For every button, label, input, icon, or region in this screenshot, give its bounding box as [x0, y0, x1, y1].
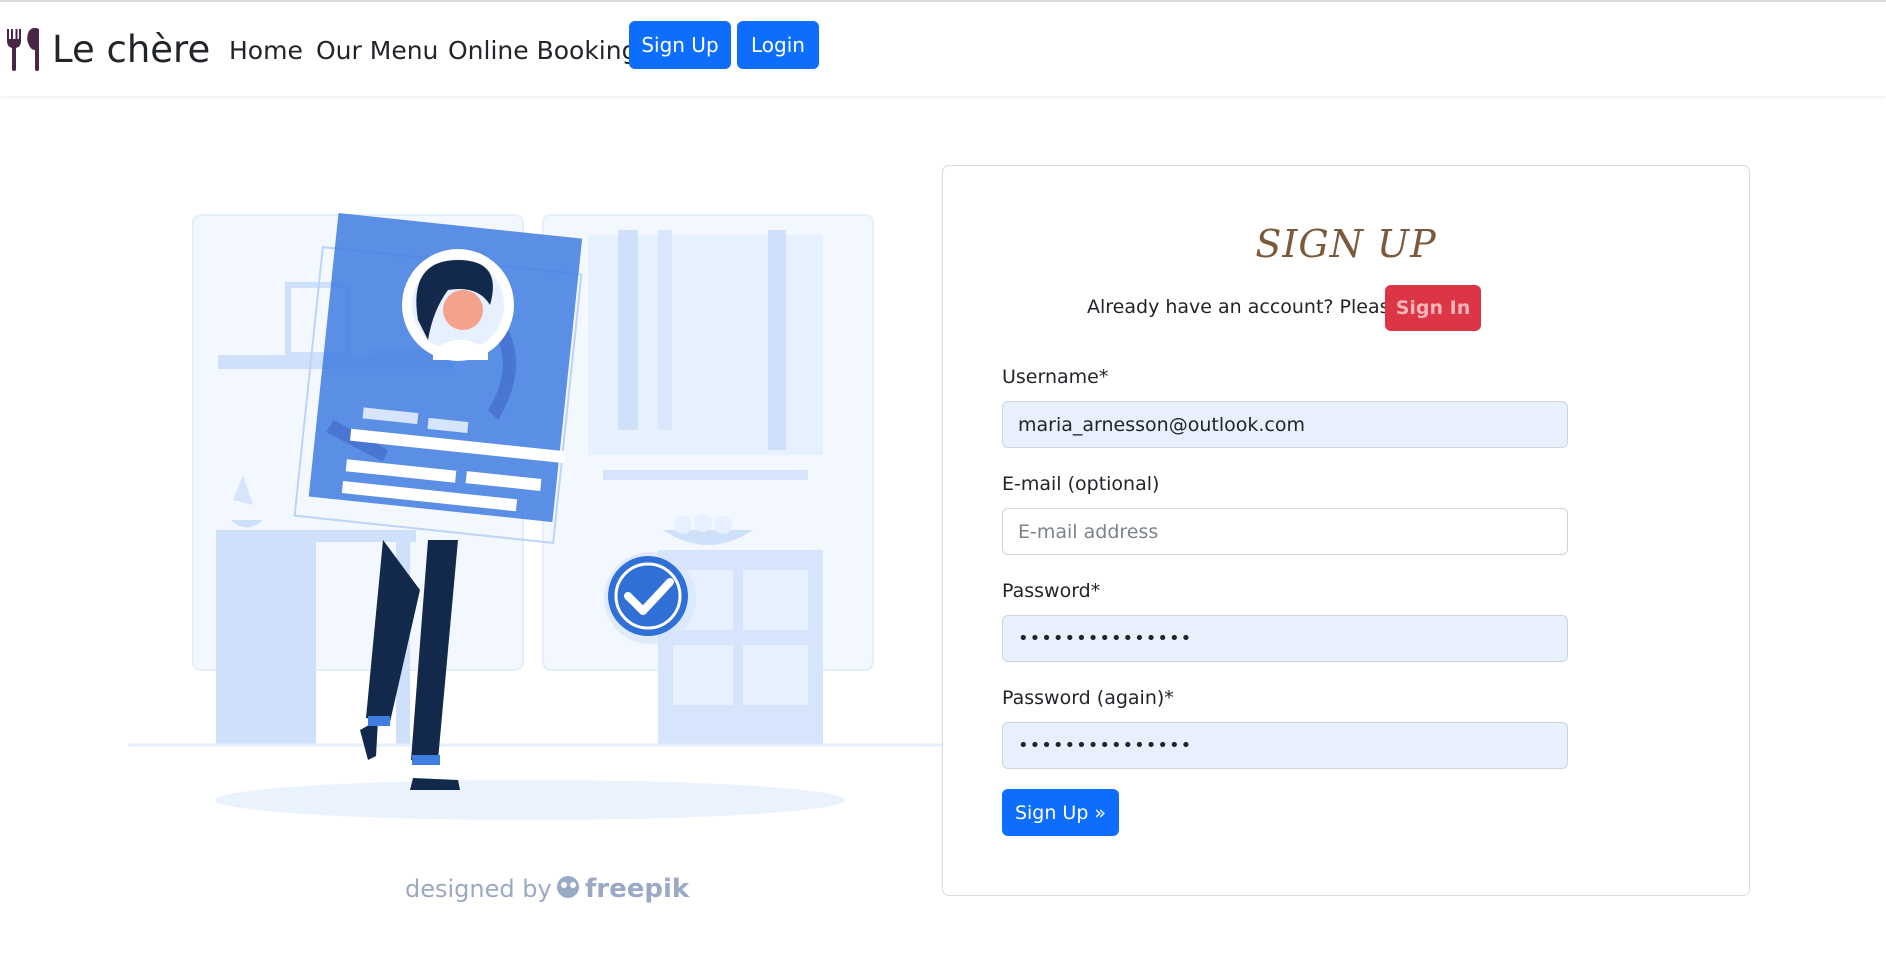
signup-submit-button[interactable]: Sign Up »: [1002, 789, 1119, 836]
nav-login-button[interactable]: Login: [737, 21, 819, 69]
signup-illustration: designed by freepik: [128, 213, 943, 904]
sign-in-button[interactable]: Sign In: [1385, 285, 1481, 331]
email-placeholder: E-mail address: [1018, 520, 1159, 543]
password-again-input[interactable]: •••••••••••••••: [1002, 722, 1568, 769]
username-input[interactable]: maria_arnesson@outlook.com: [1002, 401, 1568, 448]
password-label: Password*: [1002, 580, 1101, 602]
password-again-label: Password (again)*: [1002, 687, 1174, 709]
nav-online-booking[interactable]: Online Booking: [448, 36, 637, 65]
password-again-value: •••••••••••••••: [1018, 735, 1193, 756]
credit-text: designed by: [405, 875, 552, 903]
nav-our-menu[interactable]: Our Menu: [316, 36, 438, 65]
navbar: Le chère Home Our Menu Online Booking Si…: [0, 2, 1886, 96]
freepik-logo-icon: [557, 876, 579, 898]
email-label: E-mail (optional): [1002, 473, 1160, 495]
brand-name: Le chère: [52, 27, 211, 71]
username-value: maria_arnesson@outlook.com: [1018, 413, 1305, 436]
nav-home[interactable]: Home: [229, 36, 303, 65]
fork-knife-icon: [7, 27, 39, 71]
page-title: SIGN UP: [1255, 222, 1437, 266]
brand[interactable]: Le chère: [4, 24, 210, 74]
email-input[interactable]: E-mail address: [1002, 508, 1568, 555]
password-value: •••••••••••••••: [1018, 628, 1193, 649]
username-label: Username*: [1002, 366, 1109, 388]
password-input[interactable]: •••••••••••••••: [1002, 615, 1568, 662]
nav-signup-button[interactable]: Sign Up: [629, 21, 731, 69]
already-account-text: Already have an account? Please: [1087, 296, 1402, 318]
credit-brand: freepik: [585, 874, 690, 904]
